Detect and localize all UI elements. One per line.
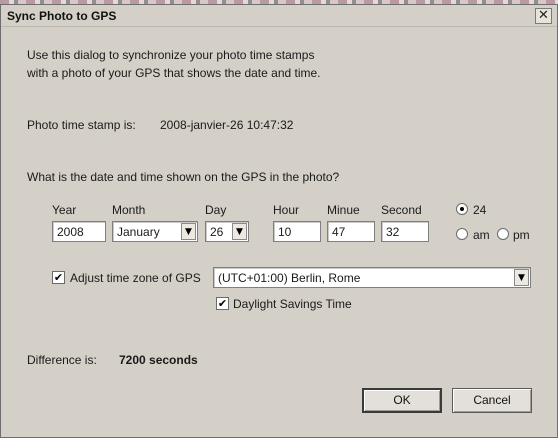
dst-label: Daylight Savings Time	[233, 297, 352, 311]
month-value: January	[117, 225, 160, 239]
radio-pm[interactable]	[497, 228, 509, 240]
difference-value: 7200 seconds	[119, 353, 198, 367]
radio-am-label: am	[473, 228, 490, 242]
month-select[interactable]: January ▼	[112, 221, 198, 242]
cancel-button[interactable]: Cancel	[452, 388, 532, 413]
chevron-down-icon[interactable]: ▼	[232, 223, 247, 240]
close-icon[interactable]: ✕	[535, 8, 552, 24]
dst-checkbox[interactable]: ✔	[216, 297, 229, 310]
radio-24h[interactable]	[456, 203, 468, 215]
sync-photo-dialog: Sync Photo to GPS ✕ Use this dialog to s…	[0, 4, 558, 438]
day-select[interactable]: 26 ▼	[205, 221, 249, 242]
minute-label: Minue	[327, 203, 360, 217]
minute-input[interactable]: 47	[327, 221, 375, 242]
hour-label: Hour	[273, 203, 300, 217]
dialog-title: Sync Photo to GPS	[7, 9, 117, 23]
day-label: Day	[205, 203, 227, 217]
chevron-down-icon[interactable]: ▼	[181, 223, 196, 240]
difference-label: Difference is:	[27, 353, 97, 367]
intro-line-1: Use this dialog to synchronize your phot…	[27, 48, 315, 62]
year-input[interactable]: 2008	[52, 221, 106, 242]
intro-line-2: with a photo of your GPS that shows the …	[27, 66, 321, 80]
dialog-body: Use this dialog to synchronize your phot…	[1, 28, 557, 437]
hour-input[interactable]: 10	[273, 221, 321, 242]
timezone-checkbox[interactable]: ✔	[52, 271, 65, 284]
timezone-checkbox-label: Adjust time zone of GPS	[70, 271, 201, 285]
ok-button[interactable]: OK	[362, 388, 442, 413]
radio-am[interactable]	[456, 228, 468, 240]
month-label: Month	[112, 203, 146, 217]
timestamp-value: 2008-janvier-26 10:47:32	[160, 118, 294, 132]
radio-24h-label: 24	[473, 203, 487, 217]
timestamp-label: Photo time stamp is:	[27, 118, 136, 132]
day-value: 26	[210, 225, 224, 239]
timezone-value: (UTC+01:00) Berlin, Rome	[218, 271, 361, 285]
year-label: Year	[52, 203, 77, 217]
radio-pm-label: pm	[513, 228, 530, 242]
second-input[interactable]: 32	[381, 221, 429, 242]
second-label: Second	[381, 203, 422, 217]
timezone-select[interactable]: (UTC+01:00) Berlin, Rome ▼	[213, 267, 531, 288]
gps-question: What is the date and time shown on the G…	[27, 170, 340, 184]
chevron-down-icon[interactable]: ▼	[514, 269, 529, 286]
title-bar[interactable]: Sync Photo to GPS ✕	[1, 5, 557, 27]
